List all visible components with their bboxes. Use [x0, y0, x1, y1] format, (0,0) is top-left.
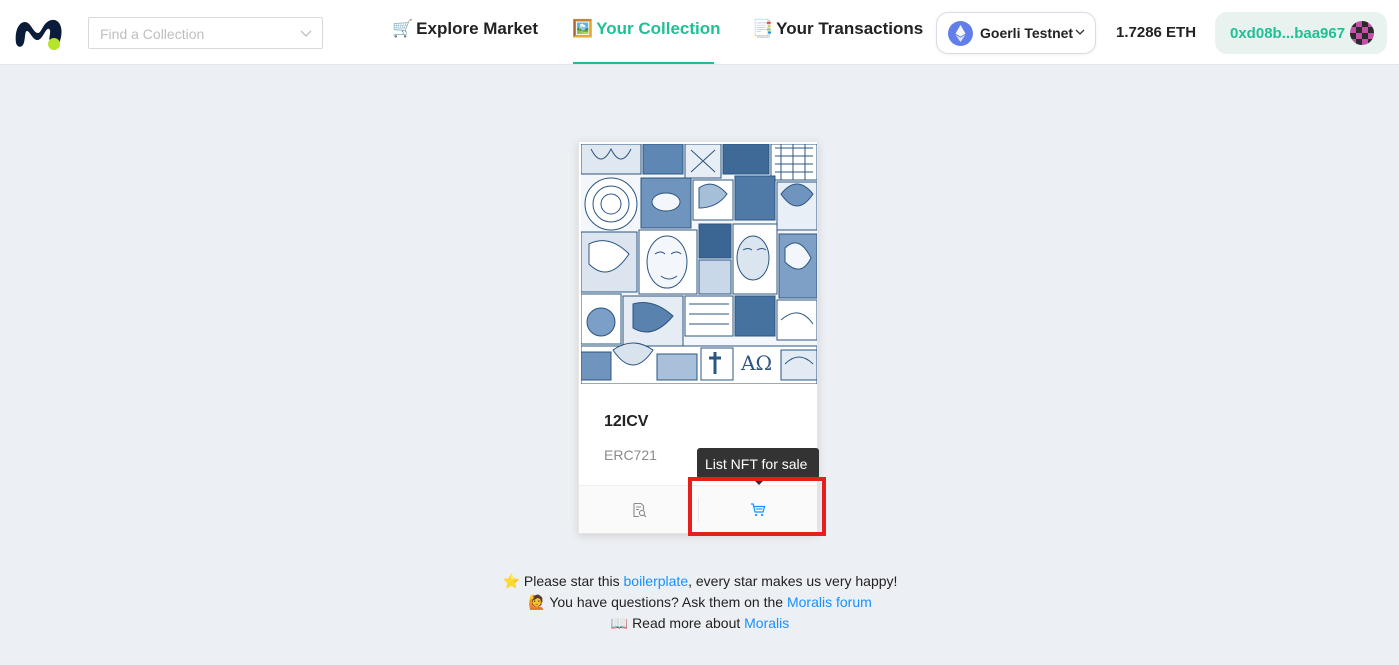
footer-line-star: ⭐ Please star this boilerplate, every st…	[502, 573, 898, 589]
moralis-link[interactable]: Moralis	[744, 615, 789, 631]
tooltip: List NFT for sale	[697, 448, 819, 485]
star-icon: ⭐	[502, 573, 520, 589]
svg-text:ΑΩ: ΑΩ	[740, 351, 772, 375]
footer-line-questions: 🙋 You have questions? Ask them on the Mo…	[528, 594, 872, 610]
moralis-forum-link[interactable]: Moralis forum	[787, 594, 872, 610]
chevron-down-icon	[1075, 29, 1085, 35]
search-placeholder: Find a Collection	[100, 26, 205, 42]
highlight-annotation-box	[688, 477, 826, 536]
active-tab-underline	[573, 62, 714, 64]
network-selector[interactable]: Goerli Testnet	[936, 12, 1096, 54]
footer-info: ⭐ Please star this boilerplate, every st…	[400, 571, 1000, 634]
eth-balance: 1.7286 ETH	[1116, 24, 1197, 41]
nav-explore-market[interactable]: 🛒 Explore Market	[392, 19, 538, 39]
tooltip-text: List NFT for sale	[705, 456, 808, 472]
top-navbar: Find a Collection 🛒 Explore Market 🖼️ Your…	[0, 0, 1399, 65]
picture-icon: 🖼️	[572, 19, 594, 38]
ethereum-icon	[948, 21, 973, 46]
account-avatar	[1350, 21, 1374, 45]
nft-image[interactable]: ΑΩ	[581, 144, 817, 384]
moralis-logo[interactable]	[12, 13, 66, 53]
account-button[interactable]: 0xd08b...baa967	[1215, 12, 1387, 54]
footer-line-readmore: 📖 Read more about Moralis	[610, 615, 790, 631]
book-icon: 📖	[610, 615, 629, 631]
boilerplate-link[interactable]: boilerplate	[624, 573, 689, 589]
document-icon: 📑	[752, 19, 774, 38]
collection-search-select[interactable]: Find a Collection	[88, 17, 323, 49]
nft-name: 12ICV	[604, 413, 649, 430]
file-search-icon	[633, 502, 647, 518]
nft-token-type: ERC721	[604, 447, 657, 463]
chevron-down-icon	[300, 30, 312, 37]
nav-your-collection[interactable]: 🖼️ Your Collection	[572, 19, 721, 39]
cart-icon: 🛒	[392, 19, 414, 38]
raising-hand-icon: 🙋	[528, 594, 546, 610]
wallet-address: 0xd08b...baa967	[1230, 25, 1346, 42]
nav-your-transactions[interactable]: 📑 Your Transactions	[752, 19, 923, 39]
view-on-explorer-button[interactable]	[579, 486, 698, 534]
network-label: Goerli Testnet	[980, 25, 1074, 41]
